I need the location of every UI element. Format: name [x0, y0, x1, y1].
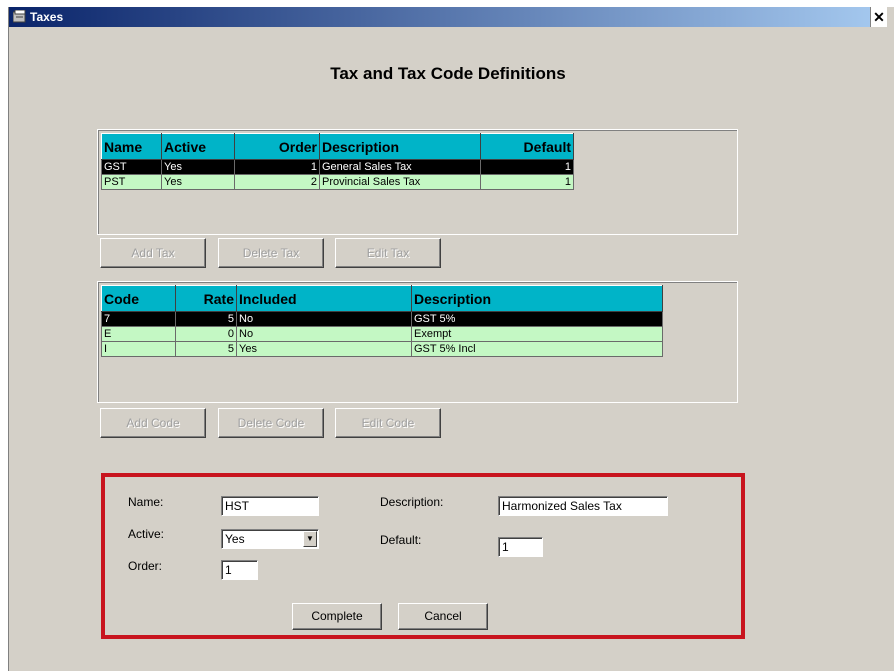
code-table: Code Rate Included Description 7 5 No GS… [101, 285, 663, 357]
close-icon[interactable]: ✕ [870, 7, 887, 27]
code-description-cell: Exempt [411, 326, 663, 342]
col-rate-header[interactable]: Rate [175, 285, 237, 312]
tax-name-cell: PST [101, 174, 162, 190]
active-select-value: Yes [225, 532, 245, 546]
tax-grid[interactable]: Name Active Order Description Default GS… [97, 129, 738, 235]
table-row[interactable]: PST Yes 2 Provincial Sales Tax 1 [101, 174, 574, 190]
cancel-button[interactable]: Cancel [398, 603, 488, 630]
tax-default-cell: 1 [480, 174, 574, 190]
code-grid[interactable]: Code Rate Included Description 7 5 No GS… [97, 281, 738, 403]
rate-cell: 0 [175, 326, 237, 342]
app-icon [13, 10, 26, 23]
tax-order-cell: 1 [234, 159, 320, 175]
col-order-header[interactable]: Order [234, 133, 320, 160]
add-code-button[interactable]: Add Code [100, 408, 206, 438]
tax-default-cell: 1 [480, 159, 574, 175]
code-cell: I [101, 341, 176, 357]
chevron-down-icon[interactable]: ▼ [303, 531, 317, 547]
tax-table-header: Name Active Order Description Default [101, 133, 574, 160]
table-row[interactable]: E 0 No Exempt [101, 326, 663, 342]
table-row[interactable]: 7 5 No GST 5% [101, 311, 663, 327]
col-code-description-header[interactable]: Description [411, 285, 663, 312]
col-active-header[interactable]: Active [161, 133, 235, 160]
code-cell: E [101, 326, 176, 342]
included-cell: No [236, 311, 412, 327]
edit-tax-button[interactable]: Edit Tax [335, 238, 441, 268]
col-code-header[interactable]: Code [101, 285, 176, 312]
active-label: Active: [128, 527, 165, 541]
table-row[interactable]: GST Yes 1 General Sales Tax 1 [101, 159, 574, 175]
default-field[interactable]: 1 [498, 537, 543, 557]
tax-order-cell: 2 [234, 174, 320, 190]
description-label: Description: [380, 495, 444, 509]
table-row[interactable]: I 5 Yes GST 5% Incl [101, 341, 663, 357]
rate-cell: 5 [175, 311, 237, 327]
rate-cell: 5 [175, 341, 237, 357]
included-cell: Yes [236, 341, 412, 357]
name-label: Name: [128, 495, 164, 509]
order-field[interactable]: 1 [221, 560, 258, 580]
col-default-header[interactable]: Default [480, 133, 574, 160]
col-name-header[interactable]: Name [101, 133, 162, 160]
delete-code-button[interactable]: Delete Code [218, 408, 324, 438]
active-select[interactable]: Yes ▼ [221, 529, 319, 549]
col-included-header[interactable]: Included [236, 285, 412, 312]
tax-table: Name Active Order Description Default GS… [101, 133, 574, 190]
code-table-header: Code Rate Included Description [101, 285, 663, 312]
code-description-cell: GST 5% [411, 311, 663, 327]
add-tax-button[interactable]: Add Tax [100, 238, 206, 268]
taxes-window: Taxes ✕ Tax and Tax Code Definitions Nam… [8, 7, 894, 671]
included-cell: No [236, 326, 412, 342]
page-title: Tax and Tax Code Definitions [330, 64, 566, 83]
edit-code-button[interactable]: Edit Code [335, 408, 441, 438]
tax-name-cell: GST [101, 159, 162, 175]
complete-button[interactable]: Complete [292, 603, 382, 630]
tax-edit-form: Name: HST Active: Yes ▼ Order: 1 Descrip… [101, 473, 745, 639]
tax-active-cell: Yes [161, 159, 235, 175]
tax-description-cell: Provincial Sales Tax [319, 174, 481, 190]
delete-tax-button[interactable]: Delete Tax [218, 238, 324, 268]
tax-description-cell: General Sales Tax [319, 159, 481, 175]
default-label: Default: [380, 533, 422, 547]
description-field[interactable]: Harmonized Sales Tax [498, 496, 668, 516]
tax-active-cell: Yes [161, 174, 235, 190]
col-description-header[interactable]: Description [319, 133, 481, 160]
name-field[interactable]: HST [221, 496, 319, 516]
code-cell: 7 [101, 311, 176, 327]
order-label: Order: [128, 559, 163, 573]
title-bar[interactable]: Taxes ✕ [9, 7, 887, 27]
code-description-cell: GST 5% Incl [411, 341, 663, 357]
window-title: Taxes [30, 10, 64, 24]
